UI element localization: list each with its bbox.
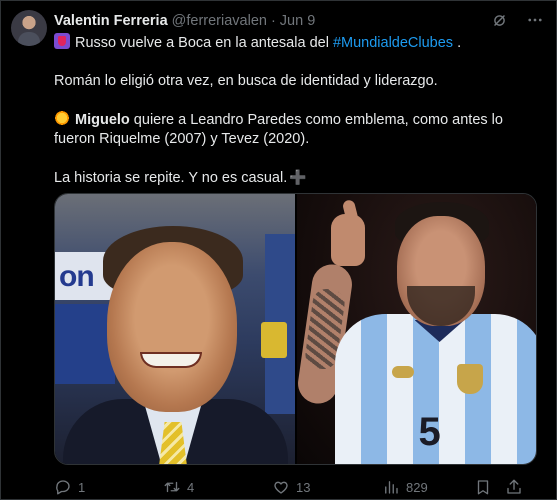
tweet-text: Russo vuelve a Boca en la antesala del #…: [54, 33, 544, 188]
tweet-content: Valentin Ferreria @ferreriavalen · Jun 9…: [54, 11, 544, 188]
views-count: 829: [406, 479, 428, 495]
afa-crest: [456, 364, 483, 394]
hashtag-link[interactable]: #MundialdeClubes: [333, 35, 453, 51]
text-segment: .: [453, 35, 462, 51]
views-button[interactable]: 829: [382, 478, 428, 496]
views-icon: [382, 478, 400, 496]
more-icon[interactable]: [526, 11, 544, 29]
author-name[interactable]: Valentin Ferreria: [54, 13, 168, 29]
reply-icon: [54, 478, 72, 496]
sun-emoji-icon: [54, 110, 70, 126]
jersey-number: 5: [418, 410, 441, 454]
separator-dot: ·: [270, 13, 276, 29]
photo-russo[interactable]: on: [55, 194, 295, 464]
text-segment: Russo vuelve a Boca en la antesala del: [75, 35, 333, 51]
repost-icon: [163, 478, 181, 496]
boca-emoji-icon: [54, 33, 70, 49]
text-line-1: Russo vuelve a Boca en la antesala del #…: [54, 33, 544, 53]
avatar[interactable]: [11, 10, 47, 46]
jersey-logo: [391, 366, 414, 378]
reply-button[interactable]: 1: [54, 478, 85, 496]
header-icons: [490, 11, 544, 29]
text-paragraph-3-cont: fueron Riquelme (2007) y Tevez (2020).: [54, 131, 310, 147]
text-segment: La historia se repite. Y no es casual.: [54, 170, 288, 186]
stadium-sign-text: on: [59, 260, 95, 293]
bookmark-icon: [474, 478, 492, 496]
repost-button[interactable]: 4: [163, 478, 194, 496]
bold-name: Miguelo: [75, 112, 130, 128]
reply-count: 1: [78, 479, 86, 495]
post-date[interactable]: Jun 9: [280, 13, 315, 29]
tweet-header: Valentin Ferreria @ferreriavalen · Jun 9: [54, 11, 544, 31]
grok-icon[interactable]: [490, 11, 508, 29]
text-paragraph-4: La historia se repite. Y no es casual. ➕: [54, 168, 544, 188]
repost-count: 4: [187, 479, 195, 495]
media-grid: on 5: [54, 193, 537, 465]
like-count: 13: [296, 479, 311, 495]
text-segment: quiere a Leandro Paredes como emblema, c…: [129, 112, 503, 128]
face: [107, 242, 237, 412]
text-paragraph-2: Román lo eligió otra vez, en busca de id…: [54, 73, 438, 89]
action-bar: 1 4 13 829: [54, 477, 544, 497]
plus-emoji-icon: ➕: [289, 169, 307, 185]
photo-paredes[interactable]: 5: [296, 194, 536, 464]
author-handle[interactable]: @ferreriavalen: [172, 13, 267, 29]
text-paragraph-3: Miguelo quiere a Leandro Paredes como em…: [54, 110, 544, 130]
share-icon: [505, 478, 523, 496]
yellow-patch: [260, 322, 287, 358]
like-button[interactable]: 13: [272, 478, 310, 496]
share-button[interactable]: [505, 478, 523, 496]
tweet[interactable]: Valentin Ferreria @ferreriavalen · Jun 9…: [0, 0, 557, 500]
heart-icon: [272, 478, 290, 496]
smile: [140, 352, 202, 368]
bookmark-button[interactable]: [474, 478, 492, 496]
blue-panel: [55, 304, 115, 384]
